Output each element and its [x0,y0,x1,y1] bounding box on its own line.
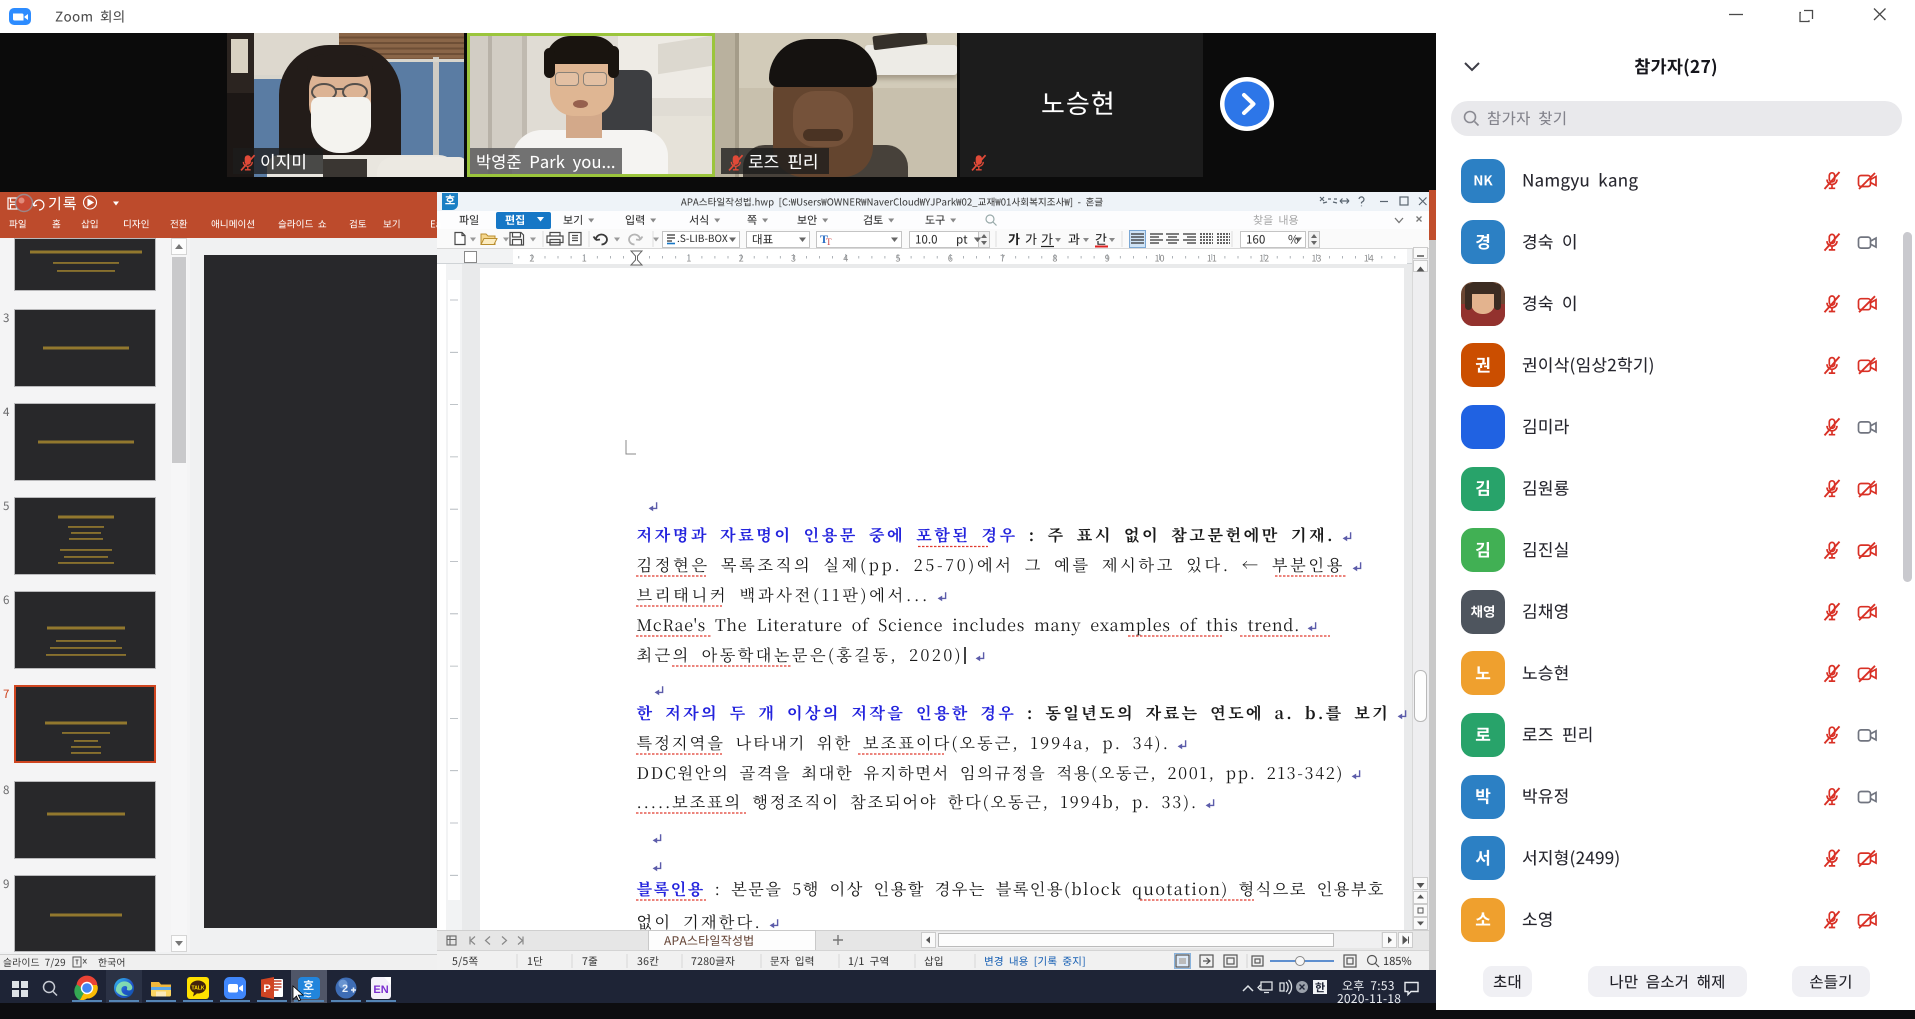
svg-text:TALK: TALK [192,986,205,992]
svg-text:2: 2 [342,983,348,995]
svg-text:EN: EN [373,984,388,996]
svg-text:P: P [263,983,270,995]
